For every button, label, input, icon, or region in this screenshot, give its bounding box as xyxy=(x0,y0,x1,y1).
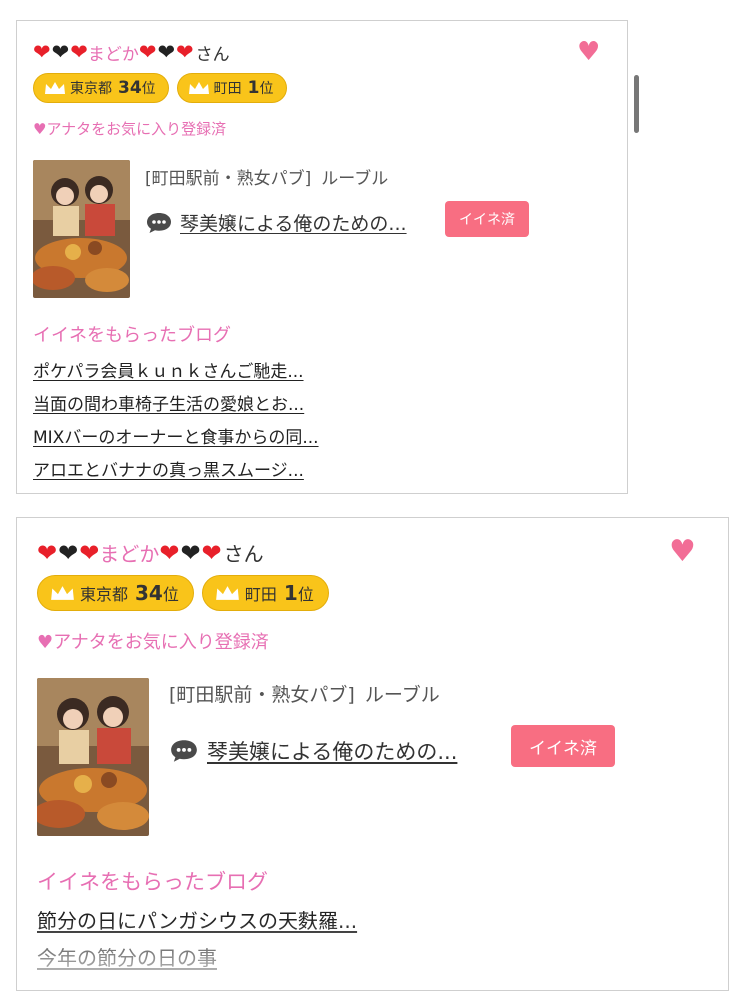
cast-photo-image xyxy=(37,678,149,836)
liked-button[interactable]: イイネ済 xyxy=(511,725,615,767)
crown-icon xyxy=(216,586,239,600)
ranking-area: 町田 xyxy=(213,81,242,97)
ranking-number: 1 xyxy=(283,581,298,605)
ranking-unit: 位 xyxy=(297,585,314,604)
red-heart-icon: ❤ xyxy=(176,40,194,64)
favorite-status: ♥アナタをお気に入り登録済 xyxy=(33,120,227,138)
black-heart-icon: ❤ xyxy=(180,538,201,567)
ranking-badge-tokyo[interactable]: 東京都 34 位 xyxy=(33,73,169,103)
blog-link[interactable]: 当面の間わ車椅子生活の愛娘とお... xyxy=(33,390,304,415)
ranking-badge-machida[interactable]: 町田 1 位 xyxy=(201,575,329,611)
ranking-unit: 位 xyxy=(141,81,156,97)
ranking-badge-machida[interactable]: 町田 1 位 xyxy=(176,73,287,103)
favorite-heart-icon[interactable]: ♥ xyxy=(577,39,600,65)
ranking-area: 東京都 xyxy=(80,585,129,604)
black-heart-icon: ❤ xyxy=(51,40,70,64)
cast-card: ❤ ❤ ❤ まどか ❤ ❤ ❤ さん ♥ 東京都 34 位 町田 1 位 ♥アナ… xyxy=(16,20,628,494)
liked-blogs-heading: イイネをもらったブログ xyxy=(33,325,231,346)
ranking-badge-tokyo[interactable]: 東京都 34 位 xyxy=(37,575,194,611)
cast-name-row[interactable]: ❤ ❤ ❤ まどか ❤ ❤ ❤ さん xyxy=(37,538,264,567)
shop-name: ルーブル xyxy=(364,684,440,706)
cast-photo-image xyxy=(33,160,130,298)
liked-button[interactable]: イイネ済 xyxy=(445,201,529,237)
red-heart-icon: ❤ xyxy=(33,40,51,64)
shop-category: [町田駅前・熟女パブ] xyxy=(145,169,312,189)
cast-name[interactable]: まどか xyxy=(88,40,139,65)
red-heart-icon: ❤ xyxy=(138,40,157,64)
shop-name: ルーブル xyxy=(321,169,389,189)
shop-info[interactable]: [町田駅前・熟女パブ] ルーブル xyxy=(145,164,388,189)
ranking-unit: 位 xyxy=(162,585,179,604)
ranking-area: 東京都 xyxy=(70,81,112,97)
blog-link[interactable]: MIXバーのオーナーと食事からの同... xyxy=(33,423,319,448)
cast-photo[interactable] xyxy=(33,160,130,298)
scrollbar[interactable] xyxy=(634,75,639,133)
red-heart-icon: ❤ xyxy=(201,538,222,567)
speech-bubble-icon xyxy=(171,740,197,762)
name-hearts-after: ❤ ❤ ❤ xyxy=(139,42,194,63)
ranking-badges: 東京都 34 位 町田 1 位 xyxy=(37,575,329,611)
red-heart-icon: ❤ xyxy=(37,538,58,567)
cast-card: ❤ ❤ ❤ まどか ❤ ❤ ❤ さん ♥ 東京都 34 位 町田 1 位 ♥アナ… xyxy=(16,517,729,991)
red-heart-icon: ❤ xyxy=(70,40,88,64)
red-heart-icon: ❤ xyxy=(79,538,100,567)
ranking-unit: 位 xyxy=(259,81,274,97)
name-hearts-before: ❤ ❤ ❤ xyxy=(33,42,88,63)
favorite-status: ♥アナタをお気に入り登録済 xyxy=(37,632,269,653)
name-hearts-after: ❤ ❤ ❤ xyxy=(159,541,221,565)
cast-name[interactable]: まどか xyxy=(99,538,159,567)
crown-icon xyxy=(51,586,74,600)
blog-link[interactable]: 今年の節分の日の事 xyxy=(37,942,217,971)
post-title-link[interactable]: 琴美嬢による俺のための... xyxy=(207,736,457,766)
post-title-link[interactable]: 琴美嬢による俺のための... xyxy=(180,209,407,236)
latest-post: 琴美嬢による俺のための... xyxy=(145,209,407,236)
latest-post: 琴美嬢による俺のための... xyxy=(169,736,457,766)
name-hearts-before: ❤ ❤ ❤ xyxy=(37,541,99,565)
blog-link[interactable]: アロエとバナナの真っ黒スムージ... xyxy=(33,456,304,481)
ranking-area: 町田 xyxy=(244,585,277,604)
shop-info[interactable]: [町田駅前・熟女パブ] ルーブル xyxy=(169,680,440,707)
ranking-number: 1 xyxy=(247,78,260,98)
crown-icon xyxy=(45,82,65,94)
cast-name-row[interactable]: ❤ ❤ ❤ まどか ❤ ❤ ❤ さん xyxy=(33,40,230,66)
speech-bubble-icon xyxy=(147,212,171,233)
crown-icon xyxy=(188,82,209,94)
blog-link[interactable]: ポケパラ会員ｋｕｎｋさんご馳走... xyxy=(33,357,304,382)
name-suffix: さん xyxy=(195,45,230,65)
name-suffix: さん xyxy=(223,542,264,566)
cast-photo[interactable] xyxy=(37,678,149,836)
ranking-badges: 東京都 34 位 町田 1 位 xyxy=(33,73,287,103)
black-heart-icon: ❤ xyxy=(157,40,176,64)
black-heart-icon: ❤ xyxy=(58,538,79,567)
blog-link[interactable]: 節分の日にパンガシウスの天麩羅... xyxy=(37,905,357,934)
shop-category: [町田駅前・熟女パブ] xyxy=(169,684,355,706)
liked-blogs-heading: イイネをもらったブログ xyxy=(37,870,268,894)
favorite-heart-icon[interactable]: ♥ xyxy=(669,537,696,567)
ranking-number: 34 xyxy=(118,78,142,98)
red-heart-icon: ❤ xyxy=(159,538,180,567)
ranking-number: 34 xyxy=(135,581,163,605)
